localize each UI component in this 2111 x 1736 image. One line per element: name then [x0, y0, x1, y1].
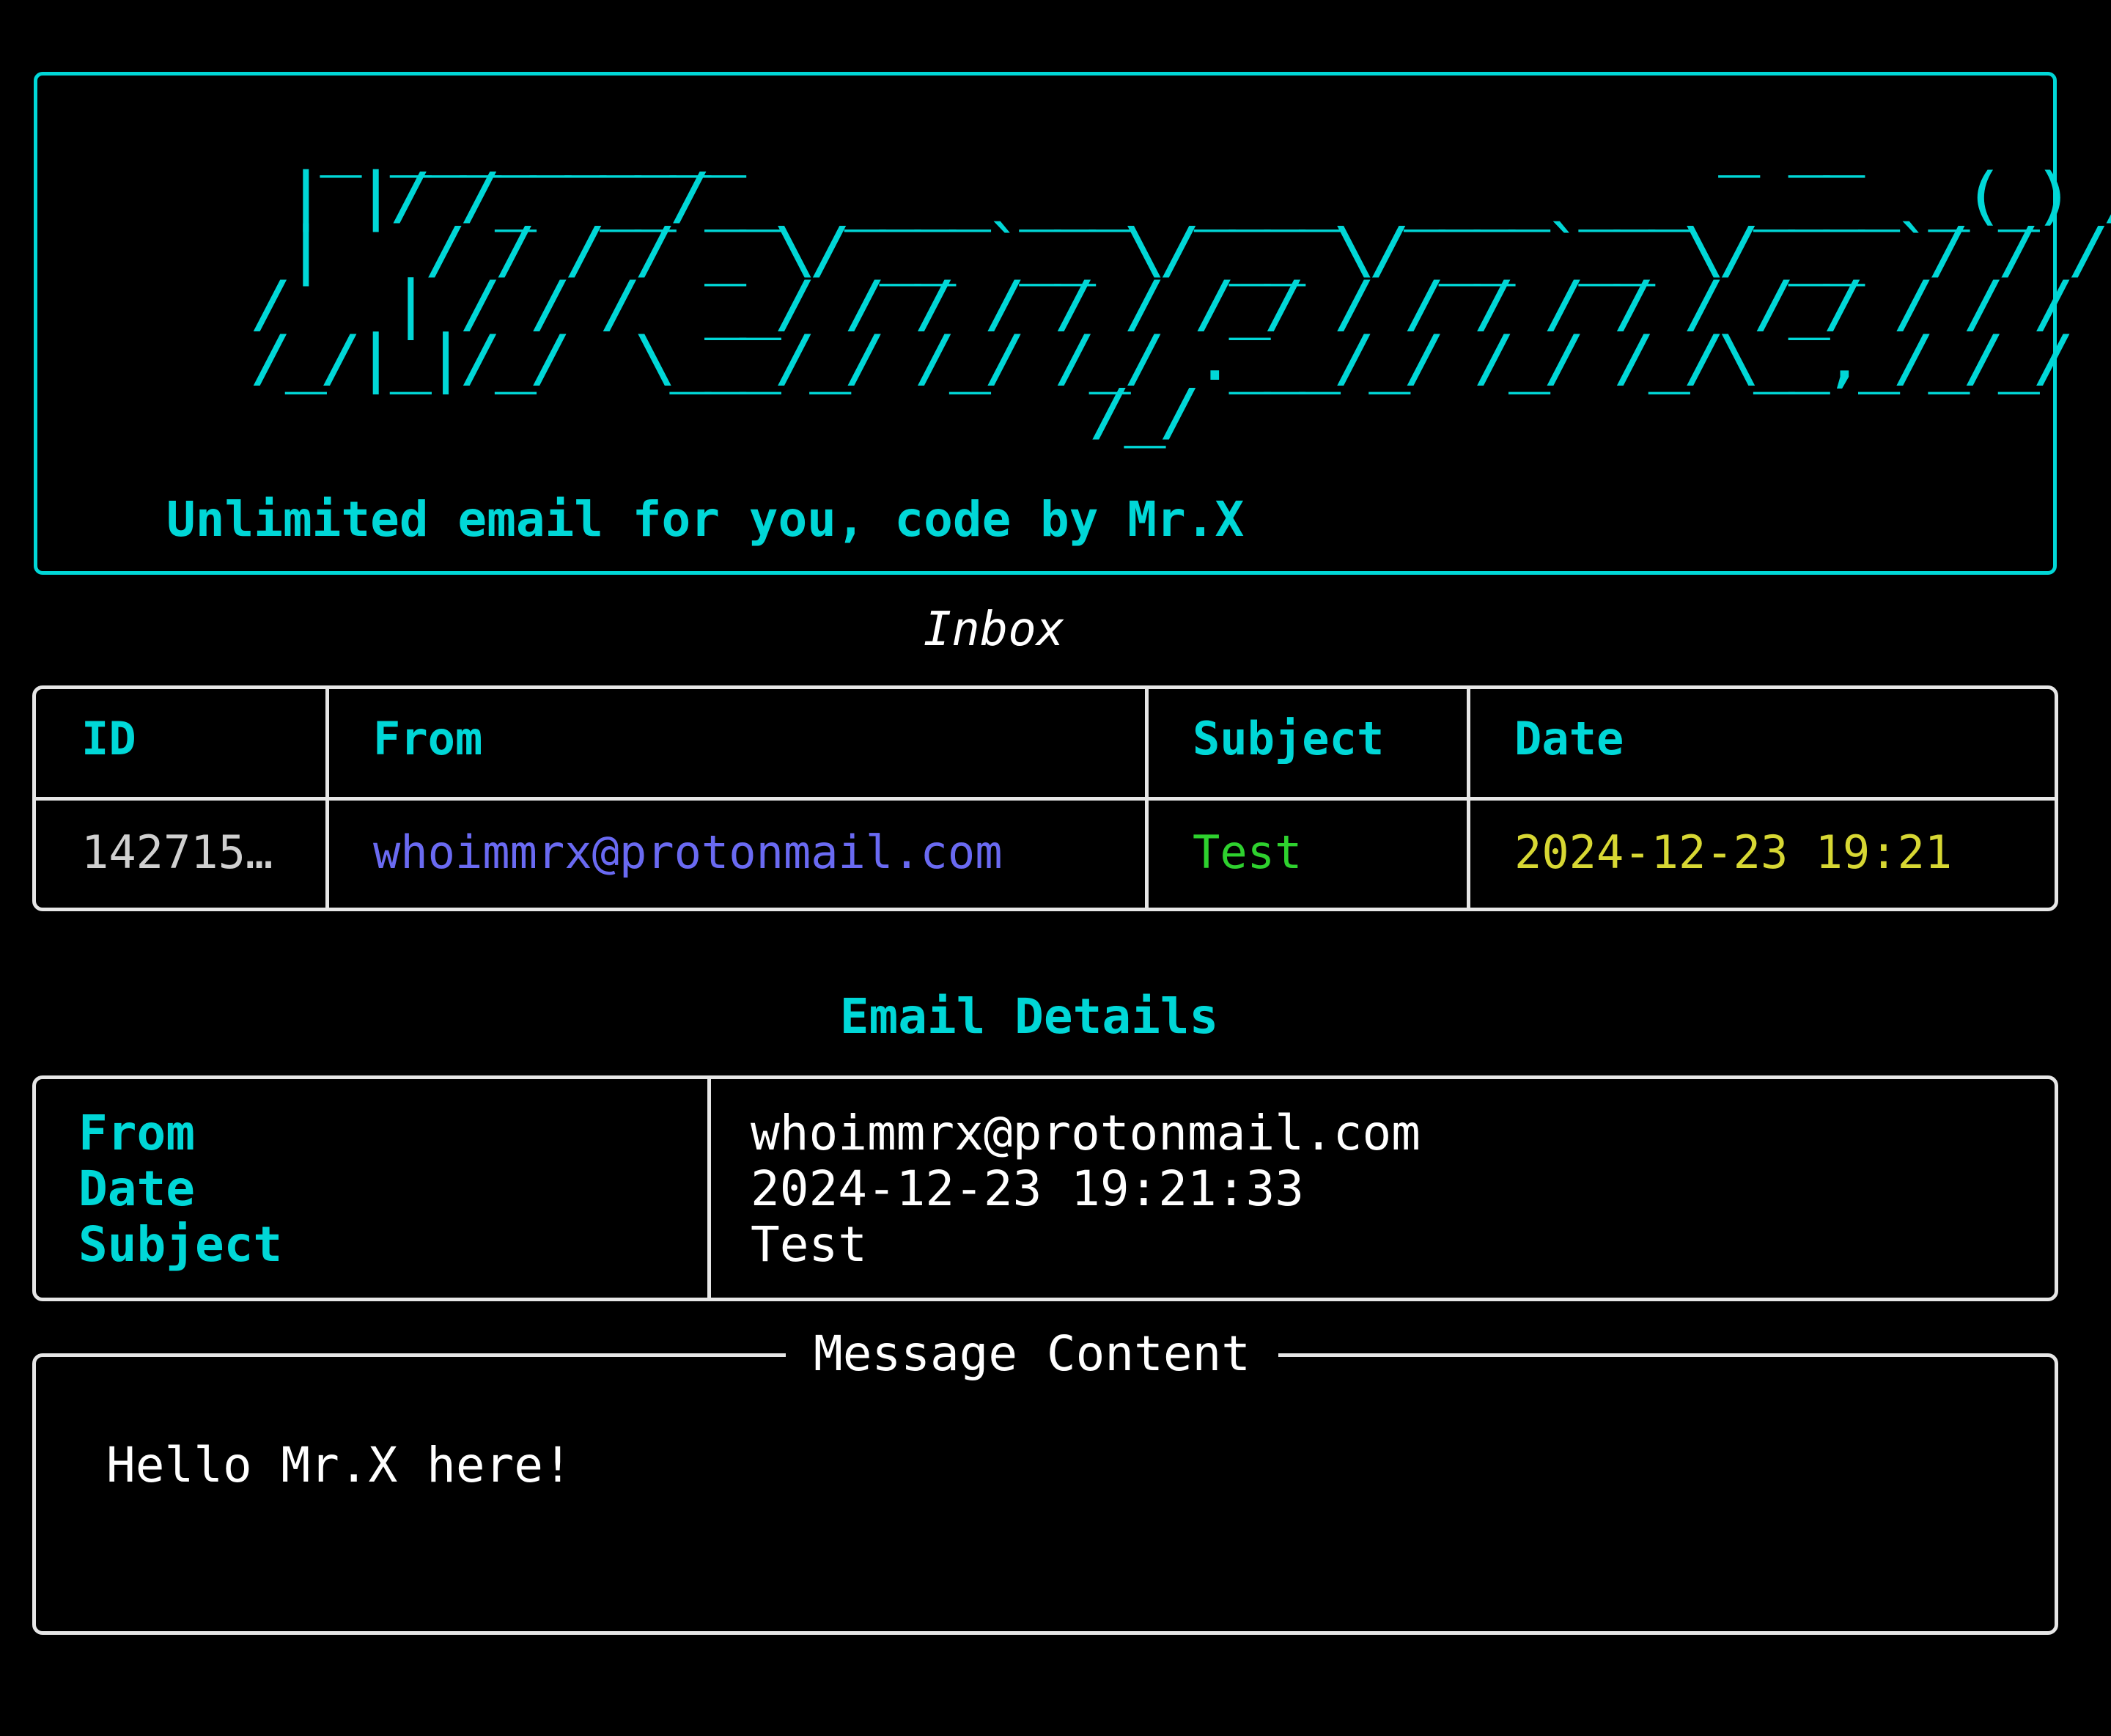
- message-body: Hello Mr.X here!: [106, 1437, 572, 1493]
- column-divider: [707, 1079, 711, 1298]
- details-title: Email Details: [839, 988, 1219, 1045]
- inbox-title: Inbox: [923, 603, 1065, 657]
- message-title: Message Content: [786, 1326, 1279, 1382]
- cell-date[interactable]: 2024-12-23 19:21: [1514, 825, 1952, 880]
- ascii-logo: _ __________ _ __ | |/ /_ __/__ ____ ___…: [250, 106, 2111, 449]
- column-header-subject[interactable]: Subject: [1193, 711, 1384, 767]
- detail-label-subject: Subject: [78, 1216, 283, 1273]
- banner: _ __________ _ __ | |/ /_ __/__ ____ ___…: [34, 72, 2111, 575]
- detail-labels: From Date Subject: [78, 1106, 282, 1273]
- detail-value-date: 2024-12-23 19:21:33: [751, 1161, 1304, 1217]
- detail-value-from: whoimmrx@protonmail.com: [751, 1105, 1421, 1161]
- detail-values: whoimmrx@protonmail.com 2024-12-23 19:21…: [751, 1106, 1421, 1273]
- message-box: Message Content Hello Mr.X here!: [32, 1326, 2058, 1635]
- cell-subject[interactable]: Test: [1193, 825, 1302, 880]
- header-divider: [36, 797, 2055, 801]
- tagline: Unlimited email for you, code by Mr.X: [166, 491, 1245, 548]
- detail-value-subject: Test: [751, 1216, 867, 1273]
- column-header-id[interactable]: ID: [81, 711, 136, 767]
- cell-id[interactable]: 142715…: [81, 825, 273, 880]
- cell-from[interactable]: whoimmrx@protonmail.com: [373, 825, 1003, 880]
- detail-label-date: Date: [78, 1161, 195, 1217]
- inbox-table: ID From Subject Date 142715… whoimmrx@pr…: [32, 685, 2058, 911]
- details-table: From Date Subject whoimmrx@protonmail.co…: [32, 1075, 2058, 1301]
- column-header-from[interactable]: From: [373, 711, 482, 767]
- column-header-date[interactable]: Date: [1514, 711, 1624, 767]
- detail-label-from: From: [78, 1105, 195, 1161]
